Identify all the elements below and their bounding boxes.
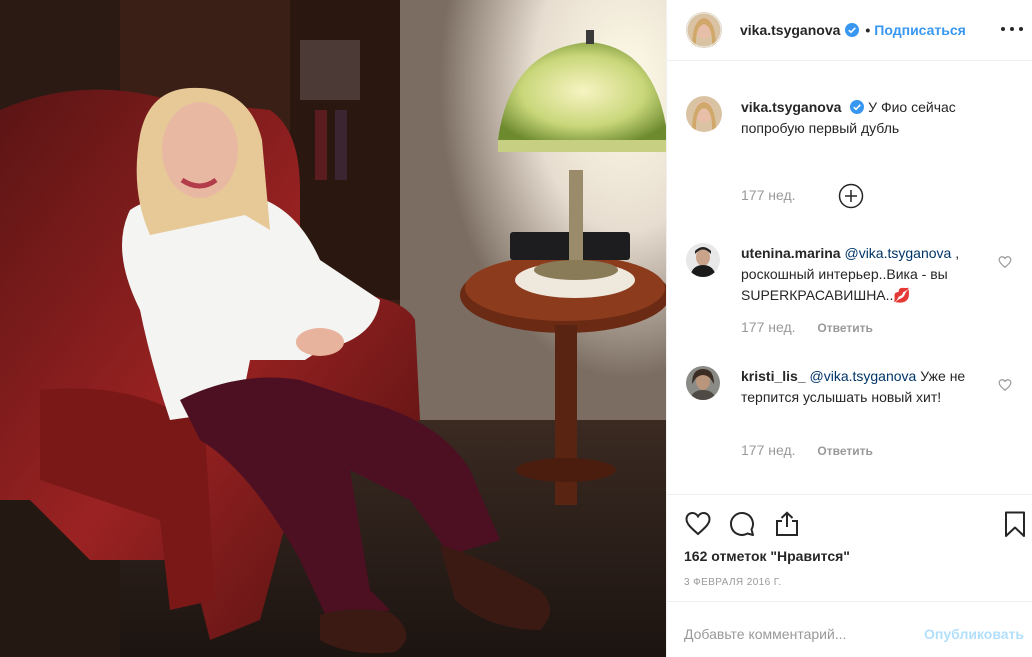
reply-button[interactable]: Ответить — [817, 444, 872, 458]
comment-mention[interactable]: @vika.tsyganova — [844, 245, 951, 261]
post-header: vika.tsyganova • Подписаться — [667, 0, 1032, 61]
comment-text-block: utenina.marina @vika.tsyganova , роскошн… — [741, 243, 981, 306]
verified-badge-icon — [850, 100, 865, 114]
publish-button[interactable]: Опубликовать — [924, 626, 1024, 642]
commenter-username[interactable]: utenina.marina — [741, 245, 841, 261]
comment-text-block: kristi_lis_ @vika.tsyganova Уже не терпи… — [741, 366, 981, 408]
comment-mention[interactable]: @vika.tsyganova — [810, 368, 917, 384]
comment-meta: 177 нед. Ответить — [741, 442, 873, 458]
heart-icon[interactable] — [684, 510, 712, 538]
author-avatar[interactable] — [686, 12, 722, 48]
load-more-comments-icon[interactable] — [838, 183, 864, 209]
likes-count[interactable]: 162 отметок "Нравится" — [684, 548, 850, 564]
comment-icon[interactable] — [728, 510, 756, 538]
comments-list: vika.tsyganova У Фио сейчас попробую пер… — [667, 62, 1032, 494]
commenter-avatar[interactable] — [686, 366, 720, 400]
comment-like-icon[interactable] — [998, 255, 1012, 269]
add-comment-bar: Добавьте комментарий... Опубликовать — [667, 601, 1032, 657]
photo-illustration — [0, 0, 666, 657]
follow-button[interactable]: Подписаться — [874, 22, 966, 38]
author-username[interactable]: vika.tsyganova — [740, 22, 840, 38]
instagram-post: vika.tsyganova • Подписаться vika.tsygan… — [0, 0, 1032, 657]
post-actions: 162 отметок "Нравится" 3 ФЕВРАЛЯ 2016 Г. — [667, 494, 1032, 601]
commenter-avatar[interactable] — [686, 243, 720, 277]
reply-button[interactable]: Ответить — [817, 321, 872, 335]
caption-time[interactable]: 177 нед. — [741, 187, 796, 203]
comment-time[interactable]: 177 нед. — [741, 319, 796, 335]
more-options-icon[interactable] — [1001, 18, 1023, 40]
caption-avatar[interactable] — [686, 96, 722, 132]
comment-meta: 177 нед. Ответить — [741, 319, 873, 335]
comment-like-icon[interactable] — [998, 378, 1012, 392]
post-photo[interactable] — [0, 0, 666, 657]
commenter-username[interactable]: kristi_lis_ — [741, 368, 806, 384]
caption-username[interactable]: vika.tsyganova — [741, 99, 841, 115]
separator-dot: • — [865, 22, 871, 38]
share-icon[interactable] — [773, 510, 801, 538]
post-side-panel: vika.tsyganova • Подписаться vika.tsygan… — [666, 0, 1032, 657]
verified-badge-icon — [845, 23, 860, 37]
bookmark-icon[interactable] — [1001, 510, 1029, 538]
post-date[interactable]: 3 ФЕВРАЛЯ 2016 Г. — [684, 577, 782, 588]
caption-text-block: vika.tsyganova У Фио сейчас попробую пер… — [741, 97, 1011, 139]
comment-input[interactable]: Добавьте комментарий... — [684, 626, 846, 642]
comment-time[interactable]: 177 нед. — [741, 442, 796, 458]
